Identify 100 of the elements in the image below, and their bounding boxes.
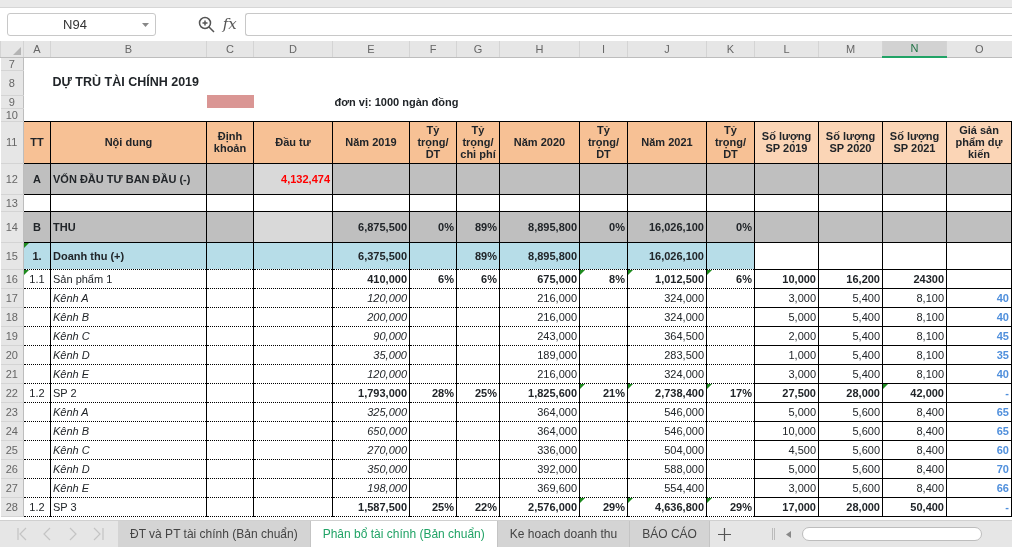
column-header[interactable]: K: [706, 41, 755, 57]
table-cell: Kênh E: [50, 478, 207, 498]
row-number[interactable]: 15: [0, 242, 24, 270]
scroll-left-icon[interactable]: [786, 530, 791, 538]
table-cell: 8,400: [882, 440, 947, 460]
sheet-tab[interactable]: ĐT và PT tài chính (Bản chuẩn): [118, 521, 311, 547]
table-cell: [706, 440, 755, 460]
table-cell: [579, 288, 628, 308]
select-all-icon[interactable]: [13, 47, 21, 56]
formula-input[interactable]: [245, 13, 1012, 36]
dropdown-caret-icon[interactable]: [142, 22, 149, 27]
column-heading: Năm 2021: [627, 121, 707, 164]
table-cell: [456, 288, 500, 308]
table-cell: 324,000: [627, 288, 707, 308]
table-cell: 65: [946, 402, 1012, 422]
sheet-tab[interactable]: Phân bổ tài chính (Bản chuẩn): [310, 521, 498, 547]
column-header[interactable]: E: [332, 41, 410, 57]
add-sheet-icon[interactable]: [717, 527, 731, 541]
table-cell: 8%: [579, 269, 628, 289]
table-cell: 5,600: [818, 440, 883, 460]
table-cell: [206, 288, 254, 308]
table-cell: [206, 497, 254, 517]
table-cell: [23, 326, 51, 346]
table-cell: [23, 345, 51, 365]
table-cell: [579, 307, 628, 327]
table-cell: [706, 364, 755, 384]
table-cell: [754, 242, 819, 270]
function-label[interactable]: fx: [222, 13, 237, 36]
column-header[interactable]: I: [579, 41, 628, 57]
table-cell: Kênh A: [50, 402, 207, 422]
table-cell: 4,500: [754, 440, 819, 460]
column-header[interactable]: M: [818, 41, 883, 57]
table-cell: 392,000: [499, 459, 580, 479]
zoom-icon[interactable]: [197, 16, 215, 33]
name-box[interactable]: N94: [7, 13, 156, 36]
table-cell: [409, 288, 457, 308]
table-cell: 5,400: [818, 288, 883, 308]
table-cell: 675,000: [499, 269, 580, 289]
table-cell: [23, 194, 51, 212]
column-header[interactable]: A: [23, 41, 51, 57]
row-number[interactable]: 26: [0, 459, 24, 479]
table-cell: [409, 440, 457, 460]
row-number[interactable]: 14: [0, 211, 24, 243]
row-number[interactable]: 27: [0, 478, 24, 498]
table-cell: 650,000: [332, 421, 410, 441]
row-number[interactable]: 28: [0, 497, 24, 517]
row-number[interactable]: 8: [0, 70, 24, 96]
table-cell: THU: [50, 211, 207, 243]
column-header[interactable]: B: [50, 41, 207, 57]
table-cell: 1,000: [754, 345, 819, 365]
table-cell: [946, 211, 1012, 243]
column-header[interactable]: H: [499, 41, 580, 57]
splitter-icon[interactable]: [772, 528, 775, 540]
row-number[interactable]: 24: [0, 421, 24, 441]
table-cell: 200,000: [332, 307, 410, 327]
row-number[interactable]: 22: [0, 383, 24, 403]
row-number[interactable]: 20: [0, 345, 24, 365]
table-cell: [23, 478, 51, 498]
table-cell: 8,895,800: [499, 242, 580, 270]
sheet-tab[interactable]: Ke hoach doanh thu: [497, 521, 631, 547]
table-cell: [456, 345, 500, 365]
table-cell: [579, 194, 628, 212]
table-cell: 546,000: [627, 421, 707, 441]
table-cell: 5,000: [754, 307, 819, 327]
row-number[interactable]: 17: [0, 288, 24, 308]
table-cell: 270,000: [332, 440, 410, 460]
column-header[interactable]: O: [946, 41, 1012, 57]
table-cell: [409, 478, 457, 498]
sheet-tab[interactable]: BÁO CÁO: [630, 521, 710, 547]
table-cell: 588,000: [627, 459, 707, 479]
table-cell: 17,000: [754, 497, 819, 517]
column-header[interactable]: F: [409, 41, 457, 57]
table-cell: 3,000: [754, 364, 819, 384]
table-cell: [818, 163, 883, 195]
column-header[interactable]: C: [206, 41, 254, 57]
row-number[interactable]: 12: [0, 163, 24, 195]
table-cell: 243,000: [499, 326, 580, 346]
table-cell: [456, 194, 500, 212]
row-number[interactable]: 16: [0, 269, 24, 289]
column-header[interactable]: D: [253, 41, 333, 57]
row-number[interactable]: 23: [0, 402, 24, 422]
column-header[interactable]: N: [882, 41, 947, 57]
row-number[interactable]: 25: [0, 440, 24, 460]
table-cell: [882, 194, 947, 212]
column-header[interactable]: G: [456, 41, 500, 57]
table-cell: 189,000: [499, 345, 580, 365]
column-header[interactable]: J: [627, 41, 707, 57]
table-cell: [409, 364, 457, 384]
horizontal-scrollbar[interactable]: [802, 527, 982, 541]
table-cell: 324,000: [627, 307, 707, 327]
row-number[interactable]: 21: [0, 364, 24, 384]
table-cell: 28,000: [818, 383, 883, 403]
column-heading: Năm 2020: [499, 121, 580, 164]
table-cell: [882, 163, 947, 195]
row-number[interactable]: 11: [0, 121, 24, 164]
row-number[interactable]: 19: [0, 326, 24, 346]
column-header[interactable]: L: [754, 41, 819, 57]
row-number[interactable]: 18: [0, 307, 24, 327]
table-cell: 29%: [706, 497, 755, 517]
table-cell: 8,100: [882, 345, 947, 365]
